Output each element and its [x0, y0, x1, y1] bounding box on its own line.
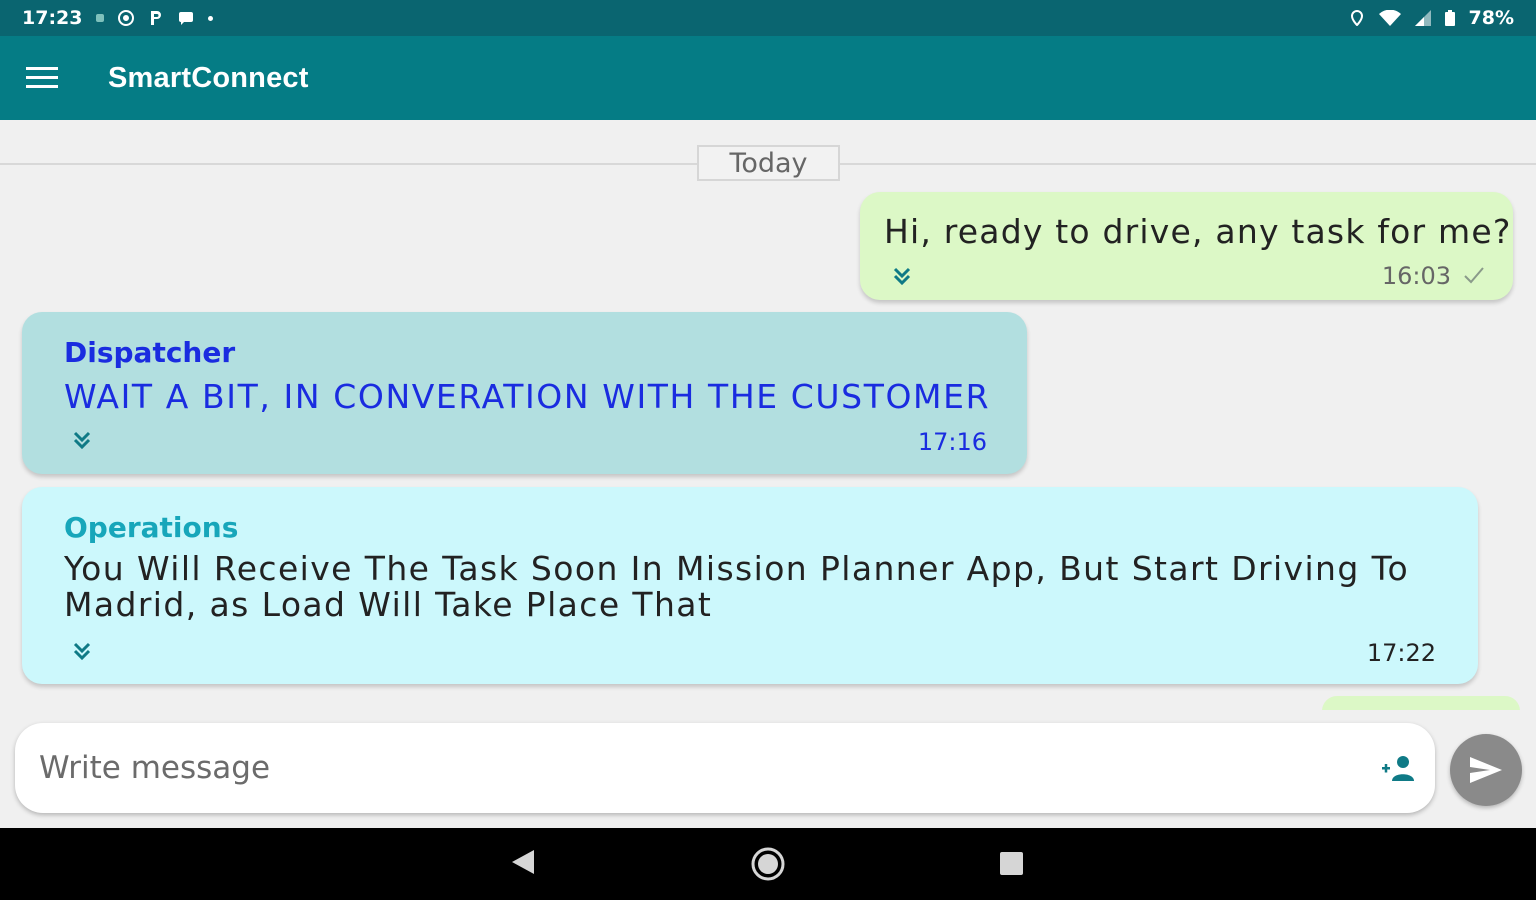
expand-icon[interactable]	[70, 428, 94, 452]
message-time: 17:16	[917, 428, 987, 456]
send-icon	[1470, 757, 1502, 783]
status-time: 17:23	[22, 7, 83, 29]
message-bubble-outgoing[interactable]: Hi, ready to drive, any task for me? 16:…	[860, 192, 1513, 300]
expand-icon[interactable]	[70, 639, 94, 663]
message-sender: Operations	[64, 511, 239, 544]
message-composer	[15, 723, 1435, 813]
message-input[interactable]	[39, 741, 1349, 795]
chat-area[interactable]: Today Hi, ready to drive, any task for m…	[0, 120, 1536, 710]
app-title: SmartConnect	[108, 61, 309, 94]
location-icon	[1350, 10, 1363, 26]
message-bubble-partial	[1322, 696, 1520, 710]
status-bar-right: 78%	[1349, 7, 1514, 29]
message-text: Hi, ready to drive, any task for me?	[884, 212, 1512, 251]
hamburger-menu-icon[interactable]	[22, 58, 62, 98]
send-button[interactable]	[1450, 734, 1522, 806]
message-bubble-incoming[interactable]: Dispatcher WAIT A BIT, IN CONVERATION WI…	[22, 312, 1027, 474]
signal-icon	[1414, 10, 1431, 26]
parking-icon	[151, 11, 162, 25]
back-icon[interactable]	[510, 848, 536, 876]
recents-icon[interactable]	[1000, 852, 1023, 875]
navigation-bar	[0, 828, 1536, 900]
message-text: You Will Receive The Task Soon In Missio…	[64, 549, 1410, 624]
message-icon	[179, 12, 194, 25]
message-time: 16:03	[1381, 262, 1451, 290]
notification-dot-icon	[96, 14, 105, 22]
app-bar: SmartConnect	[0, 36, 1536, 120]
message-time: 17:22	[1366, 639, 1436, 667]
expand-icon[interactable]	[890, 264, 914, 288]
add-contact-icon[interactable]	[1379, 753, 1419, 785]
date-separator: Today	[697, 145, 840, 181]
message-sender: Dispatcher	[64, 336, 236, 369]
status-bar-left: 17:23	[22, 7, 214, 29]
battery-icon	[1444, 10, 1455, 26]
message-bubble-incoming[interactable]: Operations You Will Receive The Task Soo…	[22, 487, 1478, 684]
wifi-icon	[1378, 10, 1401, 26]
more-dot-icon	[208, 15, 214, 21]
settings-circle-icon	[118, 10, 135, 26]
check-icon	[1464, 267, 1484, 284]
battery-level: 78%	[1468, 7, 1514, 29]
status-bar: 17:23 78%	[0, 0, 1536, 36]
home-icon[interactable]	[750, 846, 786, 882]
message-text: WAIT A BIT, IN CONVERATION WITH THE CUST…	[64, 377, 991, 416]
